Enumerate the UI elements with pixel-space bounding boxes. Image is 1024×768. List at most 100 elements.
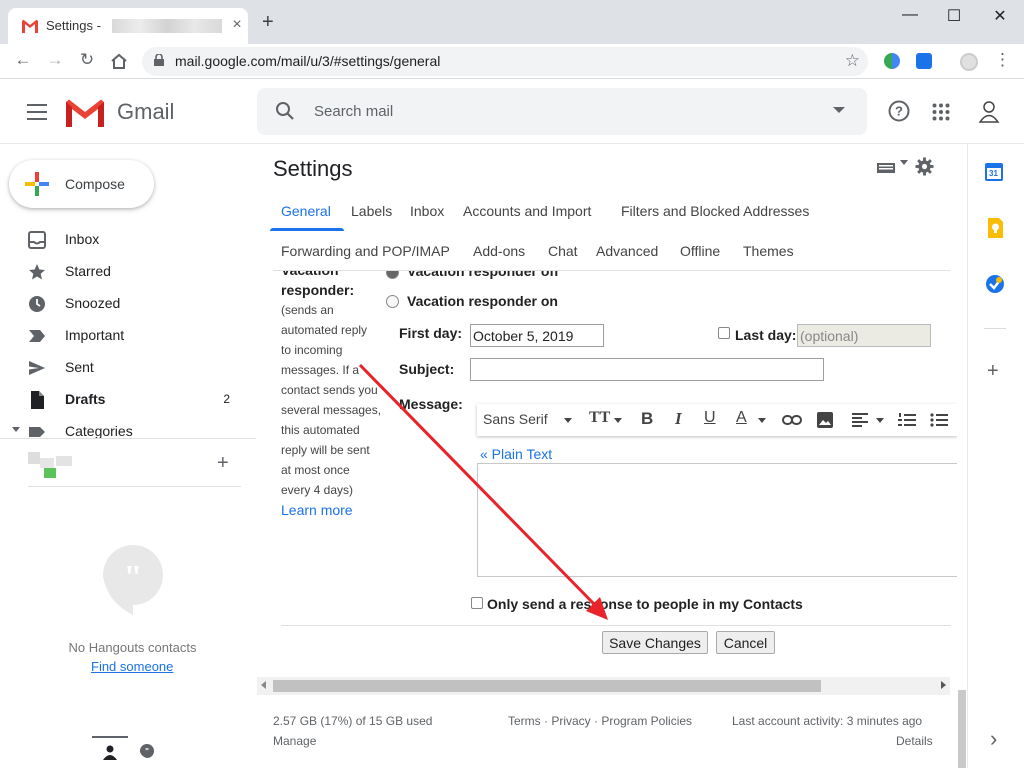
tab-themes[interactable]: Themes xyxy=(743,243,794,259)
side-panel-divider xyxy=(967,144,968,768)
align-icon[interactable] xyxy=(852,412,868,428)
tab-advanced[interactable]: Advanced xyxy=(596,243,658,259)
sidebar-item-inbox[interactable]: Inbox xyxy=(0,223,256,255)
tab-add-ons[interactable]: Add-ons xyxy=(473,243,525,259)
account-avatar-icon[interactable] xyxy=(977,99,1001,123)
first-day-input[interactable]: October 5, 2019 xyxy=(470,324,604,347)
underline-icon[interactable]: U xyxy=(704,409,716,427)
search-bar[interactable]: Search mail xyxy=(257,88,867,135)
footer-policy-links[interactable]: Terms · Privacy · Program Policies xyxy=(508,714,692,728)
browser-menu-icon[interactable]: ⋮ xyxy=(994,50,1011,70)
tab-accounts-import[interactable]: Accounts and Import xyxy=(463,203,591,219)
browser-tab[interactable]: Settings - × xyxy=(8,8,248,44)
image-icon[interactable] xyxy=(817,412,833,428)
hangouts-user-avatar[interactable] xyxy=(28,452,84,478)
scrollbar-thumb[interactable] xyxy=(273,680,821,692)
first-day-label: First day: xyxy=(399,325,463,341)
help-icon[interactable]: ? xyxy=(888,100,910,122)
manage-storage-link[interactable]: Manage xyxy=(273,734,316,748)
contacts-only-label: Only send a response to people in my Con… xyxy=(487,596,803,612)
message-body-editor[interactable] xyxy=(477,463,957,577)
tab-inbox[interactable]: Inbox xyxy=(410,203,444,219)
numbered-list-icon[interactable] xyxy=(898,412,916,428)
last-day-checkbox[interactable] xyxy=(718,327,730,339)
tab-general[interactable]: General xyxy=(281,203,331,219)
scroll-left-icon[interactable] xyxy=(261,681,266,689)
forward-arrow-icon[interactable]: → xyxy=(44,50,66,70)
sidebar-item-drafts[interactable]: Drafts 2 xyxy=(0,383,256,415)
calendar-app-icon[interactable]: 31 xyxy=(985,163,1005,183)
minimize-button[interactable]: — xyxy=(895,6,925,24)
tab-labels[interactable]: Labels xyxy=(351,203,392,219)
search-options-dropdown-icon[interactable] xyxy=(833,107,845,113)
hangouts-tab-icon[interactable]: " xyxy=(139,743,155,759)
search-icon[interactable] xyxy=(275,101,295,121)
bookmark-star-icon[interactable]: ☆ xyxy=(845,51,860,71)
last-day-input[interactable]: (optional) xyxy=(797,324,931,347)
extension-icon[interactable] xyxy=(884,53,900,69)
plain-text-link[interactable]: « Plain Text xyxy=(480,446,552,462)
apps-grid-icon[interactable] xyxy=(932,103,950,121)
font-size-dropdown-icon[interactable] xyxy=(614,418,622,423)
subject-input[interactable] xyxy=(470,358,824,381)
browser-toolbar: ← → ↻ mail.google.com/mail/u/3/#settings… xyxy=(0,44,1024,79)
maximize-button[interactable]: ☐ xyxy=(939,6,969,26)
search-input[interactable]: Search mail xyxy=(314,103,393,120)
vertical-scrollbar-thumb[interactable] xyxy=(958,690,966,768)
back-arrow-icon[interactable]: ← xyxy=(12,50,34,70)
sidebar-item-important[interactable]: Important xyxy=(0,319,256,351)
input-tools-dropdown-icon[interactable] xyxy=(900,160,908,165)
compose-button[interactable]: Compose xyxy=(9,160,154,208)
contacts-only-checkbox[interactable] xyxy=(471,597,483,609)
cancel-button[interactable]: Cancel xyxy=(716,631,775,654)
tab-chat[interactable]: Chat xyxy=(548,243,578,259)
align-dropdown-icon[interactable] xyxy=(876,418,884,423)
vertical-scrollbar[interactable] xyxy=(957,144,967,768)
show-side-panel-button[interactable]: › xyxy=(990,726,997,752)
sidebar-item-categories[interactable]: Categories xyxy=(0,415,256,447)
settings-title: Settings xyxy=(273,156,353,181)
tab-offline[interactable]: Offline xyxy=(680,243,720,259)
new-tab-button[interactable]: + xyxy=(262,11,274,34)
window-close-button[interactable]: ✕ xyxy=(985,6,1015,26)
address-bar[interactable]: mail.google.com/mail/u/3/#settings/gener… xyxy=(142,47,868,76)
home-icon[interactable] xyxy=(110,53,128,70)
sidebar-item-label: Categories xyxy=(65,423,133,439)
reload-icon[interactable]: ↻ xyxy=(76,50,98,70)
bold-icon[interactable]: B xyxy=(641,409,653,429)
get-addons-button[interactable]: + xyxy=(987,360,999,383)
bulleted-list-icon[interactable] xyxy=(930,412,948,428)
save-changes-button[interactable]: Save Changes xyxy=(602,631,708,654)
keep-app-icon[interactable] xyxy=(985,218,1005,238)
activity-details-link[interactable]: Details xyxy=(896,734,933,748)
find-someone-link[interactable]: Find someone xyxy=(91,659,173,674)
expand-caret-icon[interactable] xyxy=(12,427,20,432)
font-dropdown-icon[interactable] xyxy=(564,418,572,423)
tab-forwarding-pop-imap[interactable]: Forwarding and POP/IMAP xyxy=(281,243,450,259)
font-family-select[interactable]: Sans Serif xyxy=(483,411,548,427)
tab-close-icon[interactable]: × xyxy=(228,16,246,34)
gmail-logo-icon[interactable] xyxy=(66,99,104,127)
sidebar-item-starred[interactable]: Starred xyxy=(0,255,256,287)
tasks-app-icon[interactable] xyxy=(985,274,1005,294)
sidebar-item-sent[interactable]: Sent xyxy=(0,351,256,383)
font-size-icon[interactable]: TT xyxy=(589,409,610,427)
profile-avatar-icon[interactable] xyxy=(960,53,978,71)
horizontal-scrollbar[interactable] xyxy=(257,677,950,695)
gear-icon[interactable] xyxy=(915,157,934,176)
main-menu-icon[interactable] xyxy=(27,104,47,120)
sidebar-item-snoozed[interactable]: Snoozed xyxy=(0,287,256,319)
keyboard-icon[interactable] xyxy=(876,160,896,174)
link-icon[interactable] xyxy=(782,413,802,427)
tab-filters-blocked[interactable]: Filters and Blocked Addresses xyxy=(621,203,809,219)
scroll-right-icon[interactable] xyxy=(941,681,946,689)
vacation-off-radio[interactable] xyxy=(386,271,399,279)
text-color-icon[interactable]: A xyxy=(736,409,747,427)
learn-more-link[interactable]: Learn more xyxy=(281,500,391,520)
text-color-dropdown-icon[interactable] xyxy=(758,418,766,423)
vacation-on-radio[interactable] xyxy=(386,295,399,308)
new-conversation-button[interactable]: + xyxy=(217,452,229,475)
contacts-tab[interactable] xyxy=(92,736,128,768)
italic-icon[interactable]: I xyxy=(675,409,682,429)
extension-check-icon[interactable] xyxy=(916,53,932,69)
